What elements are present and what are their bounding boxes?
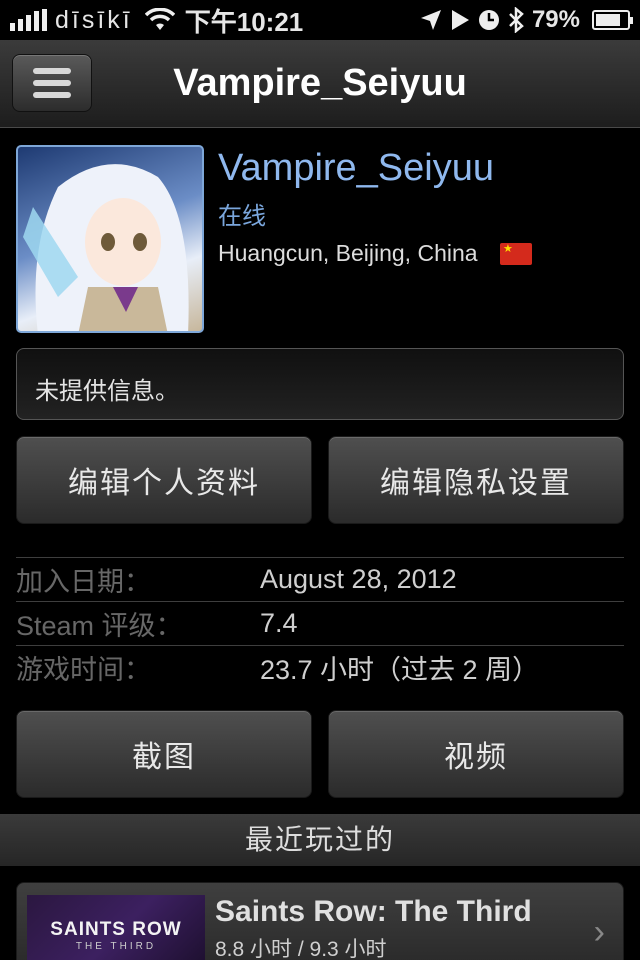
nav-bar: Vampire_Seiyuu [0, 40, 640, 128]
stat-value: August 28, 2012 [260, 564, 457, 594]
avatar[interactable] [16, 145, 204, 333]
stat-row-playtime: 游戏时间： 23.7 小时（过去 2 周） [16, 645, 624, 689]
videos-button[interactable]: 视频 [328, 710, 624, 798]
battery-icon [592, 10, 633, 30]
status-bar: dīsīkī 下午10:21 79% [0, 0, 640, 40]
game-thumbnail: SAINTS ROW THE THIRD [27, 895, 205, 960]
stat-value: 23.7 小时（过去 2 周） [260, 655, 540, 685]
wifi-icon [144, 8, 175, 30]
clock-time: 下午10:21 [184, 6, 304, 37]
online-status: 在线 [218, 203, 266, 230]
game-list-item[interactable]: SAINTS ROW THE THIRD Saints Row: The Thi… [16, 882, 624, 960]
stat-value: 7.4 [260, 608, 298, 638]
signal-icon [10, 9, 47, 31]
play-icon [451, 10, 469, 30]
screenshots-button[interactable]: 截图 [16, 710, 312, 798]
page-title: Vampire_Seiyuu [173, 62, 467, 104]
profile-username: Vampire_Seiyuu [218, 147, 495, 189]
edit-privacy-button[interactable]: 编辑隐私设置 [328, 436, 624, 524]
stat-row-join-date: 加入日期： August 28, 2012 [16, 557, 624, 601]
chevron-right-icon: › [593, 913, 605, 951]
game-title: Saints Row: The Third [215, 895, 532, 928]
stat-label: Steam 评级： [16, 611, 183, 641]
profile-location: Huangcun, Beijing, China [218, 240, 478, 266]
profile-summary: 未提供信息。 [16, 348, 624, 420]
thumb-title: SAINTS ROW [50, 918, 182, 940]
thumb-subtitle: THE THIRD [75, 940, 157, 952]
stat-row-steam-rating: Steam 评级： 7.4 [16, 601, 624, 645]
avatar-illustration [23, 164, 189, 331]
bluetooth-icon [509, 7, 524, 33]
carrier-name: dīsīkī [55, 5, 133, 34]
location-arrow-icon [420, 10, 441, 30]
game-hours: 8.8 小时 / 9.3 小时 [215, 938, 387, 960]
recently-played-header: 最近玩过的 [0, 814, 640, 866]
stat-label: 加入日期： [16, 567, 151, 597]
stat-label: 游戏时间： [16, 655, 151, 685]
profile-stats: 加入日期： August 28, 2012 Steam 评级： 7.4 游戏时间… [16, 557, 624, 689]
battery-percent: 79% [531, 6, 580, 33]
china-flag-icon [500, 242, 532, 265]
edit-profile-button[interactable]: 编辑个人资料 [16, 436, 312, 524]
clock-icon [478, 10, 499, 30]
